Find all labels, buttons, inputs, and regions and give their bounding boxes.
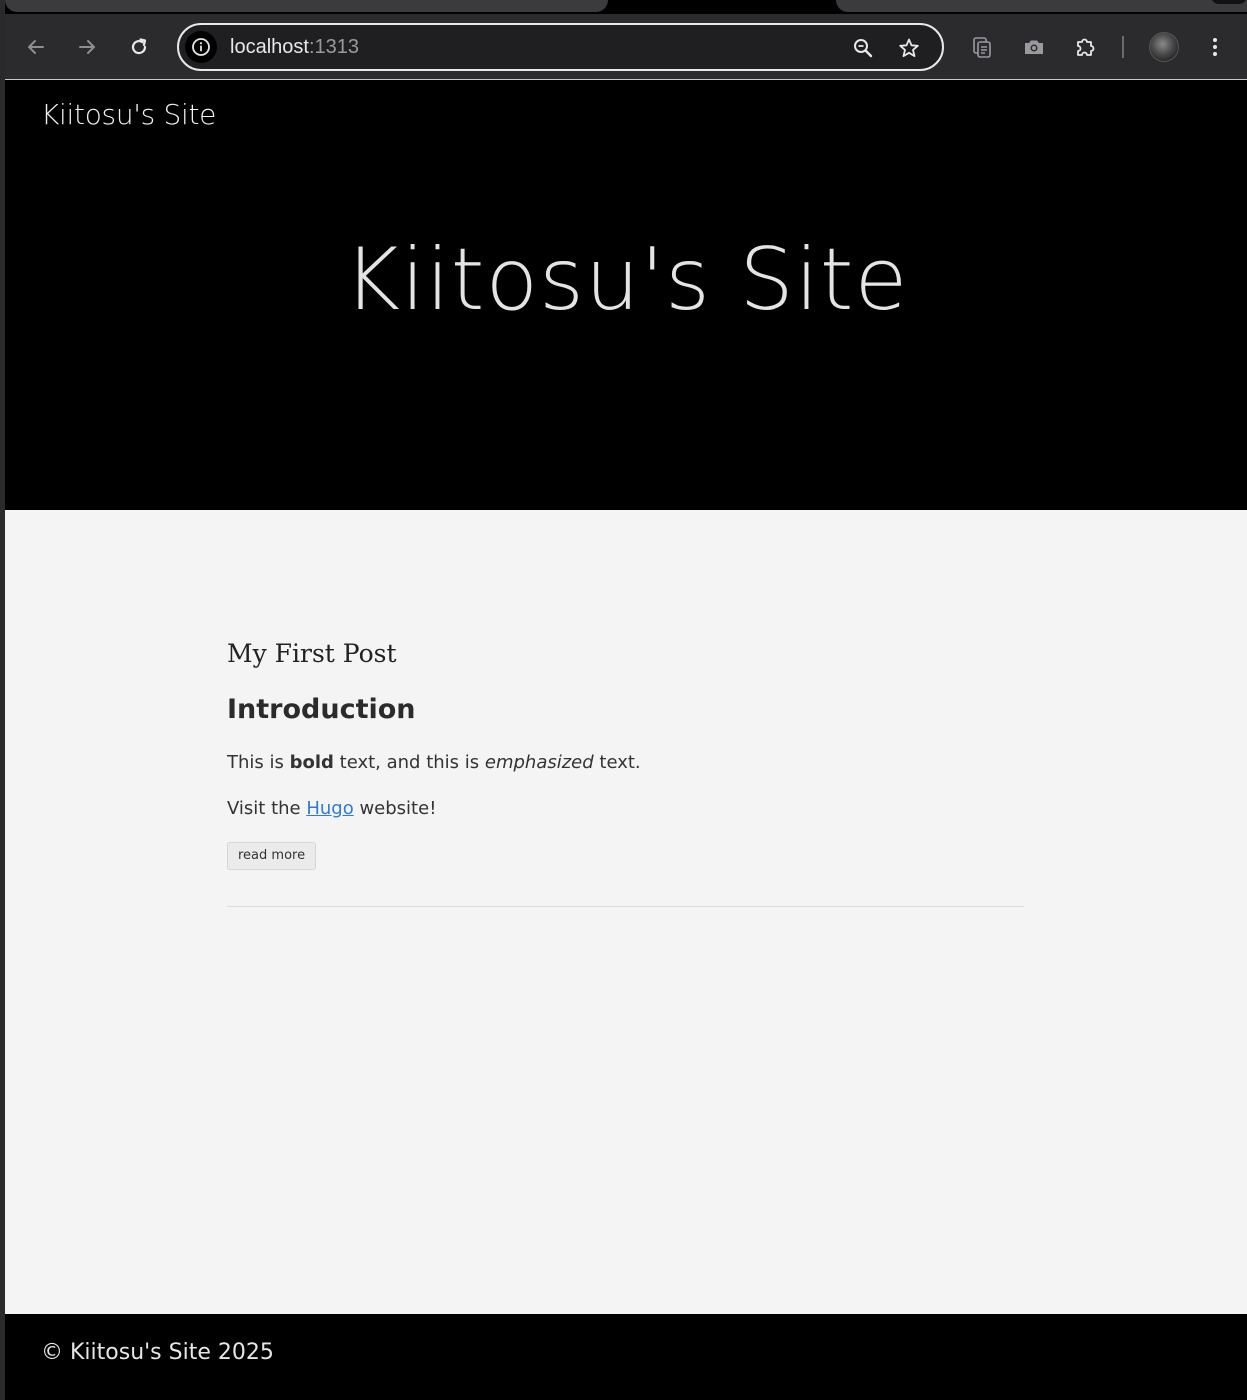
puzzle-icon [1077,38,1095,56]
forward-button[interactable] [72,32,102,62]
browser-window: localhost:1313 Kiitosu's Site Kiitosu's … [5,0,1247,1400]
arrow-right-icon [79,40,95,54]
url-text[interactable]: localhost:1313 [230,36,359,59]
info-icon [192,38,210,56]
tab-groups-icon [973,37,991,58]
browser-menu-button[interactable] [1200,32,1230,62]
back-button[interactable] [21,32,51,62]
reload-button[interactable] [124,32,154,62]
post-summary: My First Post Introduction This is bold … [227,639,1024,907]
footer-copyright: © Kiitosu's Site 2025 [41,1340,274,1365]
magnifier-zoom-icon [854,39,873,58]
p1-text-after: text. [593,752,641,773]
star-icon [899,38,919,57]
p1-emphasized-text: emphasized [484,752,594,773]
post-heading: Introduction [227,694,416,725]
post-title-link[interactable]: My First Post [227,639,1024,668]
zoom-button[interactable] [849,34,877,62]
tab-search-button[interactable] [967,32,997,62]
read-more-button[interactable]: read more [227,842,317,870]
camera-icon [1025,40,1043,54]
url-host: localhost [230,36,309,58]
hugo-link[interactable]: Hugo [306,798,353,819]
profile-avatar[interactable] [1149,32,1179,62]
site-header: Kiitosu's Site Kiitosu's Site [5,79,1247,510]
p1-bold-text: bold [289,752,334,773]
arrow-left-icon [28,40,44,54]
reload-icon [131,38,147,55]
browser-toolbar: localhost:1313 [5,14,1247,79]
site-brand-link[interactable]: Kiitosu's Site [41,98,216,131]
post-divider [227,906,1024,907]
bookmark-button[interactable] [895,34,923,62]
site-info-button[interactable] [185,31,217,63]
p2-text-after: website! [353,798,437,819]
tab-strip-control[interactable] [1211,0,1247,4]
tab-right[interactable] [836,0,1247,12]
site-footer: © Kiitosu's Site 2025 [5,1314,1247,1400]
extensions-button[interactable] [1071,32,1101,62]
tab-left[interactable] [5,0,608,12]
p1-text-middle: text, and this is [333,752,485,773]
tab-strip [5,0,1247,14]
toolbar-separator [1122,36,1124,58]
post-paragraph-2: Visit the Hugo website! [227,798,1024,820]
hero-title: Kiitosu's Site [343,230,909,330]
url-port: :1313 [308,36,359,58]
web-page: Kiitosu's Site Kiitosu's Site My First P… [5,79,1247,1400]
p2-text-before: Visit the [227,798,307,819]
kebab-menu-icon [1213,38,1217,56]
address-bar[interactable]: localhost:1313 [177,23,944,71]
p1-text-before: This is [227,752,290,773]
screenshot-button[interactable] [1019,32,1049,62]
post-paragraph-1: This is bold text, and this is emphasize… [227,752,1024,774]
